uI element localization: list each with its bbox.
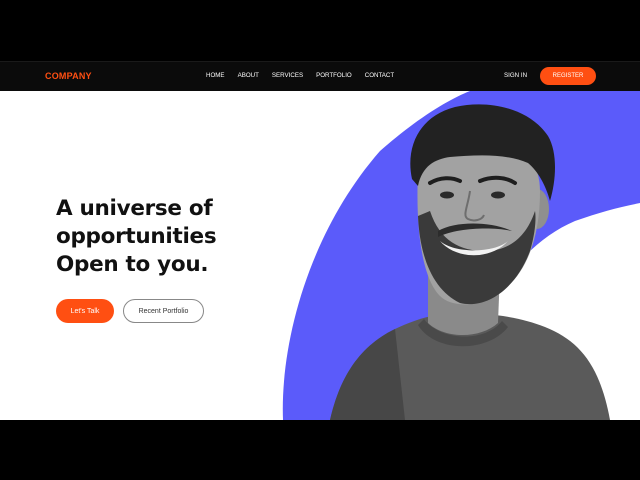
company-logo[interactable]: COMPANY: [45, 71, 92, 81]
headline-line-2: opportunities: [56, 224, 217, 249]
sign-in-link[interactable]: SIGN IN: [504, 72, 527, 79]
hero-headline: A universe of opportunities Open to you.: [56, 195, 217, 279]
nav-link-about[interactable]: ABOUT: [238, 72, 259, 79]
hero-section: A universe of opportunities Open to you.…: [0, 91, 640, 420]
hero-person-image: [330, 104, 610, 420]
main-nav: HOME ABOUT SERVICES PORTFOLIO CONTACT: [206, 72, 394, 79]
nav-link-home[interactable]: HOME: [206, 72, 225, 79]
nav-link-contact[interactable]: CONTACT: [365, 72, 394, 79]
nav-link-portfolio[interactable]: PORTFOLIO: [316, 72, 352, 79]
video-letterbox-bottom: [0, 420, 640, 480]
top-navbar: COMPANY HOME ABOUT SERVICES PORTFOLIO CO…: [0, 61, 640, 92]
lets-talk-button[interactable]: Let's Talk: [56, 299, 114, 323]
headline-line-1: A universe of: [56, 196, 213, 221]
register-button[interactable]: REGISTER: [540, 67, 596, 85]
recent-portfolio-button[interactable]: Recent Portfolio: [123, 299, 204, 323]
headline-line-3: Open to you.: [56, 252, 209, 277]
video-letterbox-top: [0, 0, 640, 60]
nav-link-services[interactable]: SERVICES: [272, 72, 303, 79]
